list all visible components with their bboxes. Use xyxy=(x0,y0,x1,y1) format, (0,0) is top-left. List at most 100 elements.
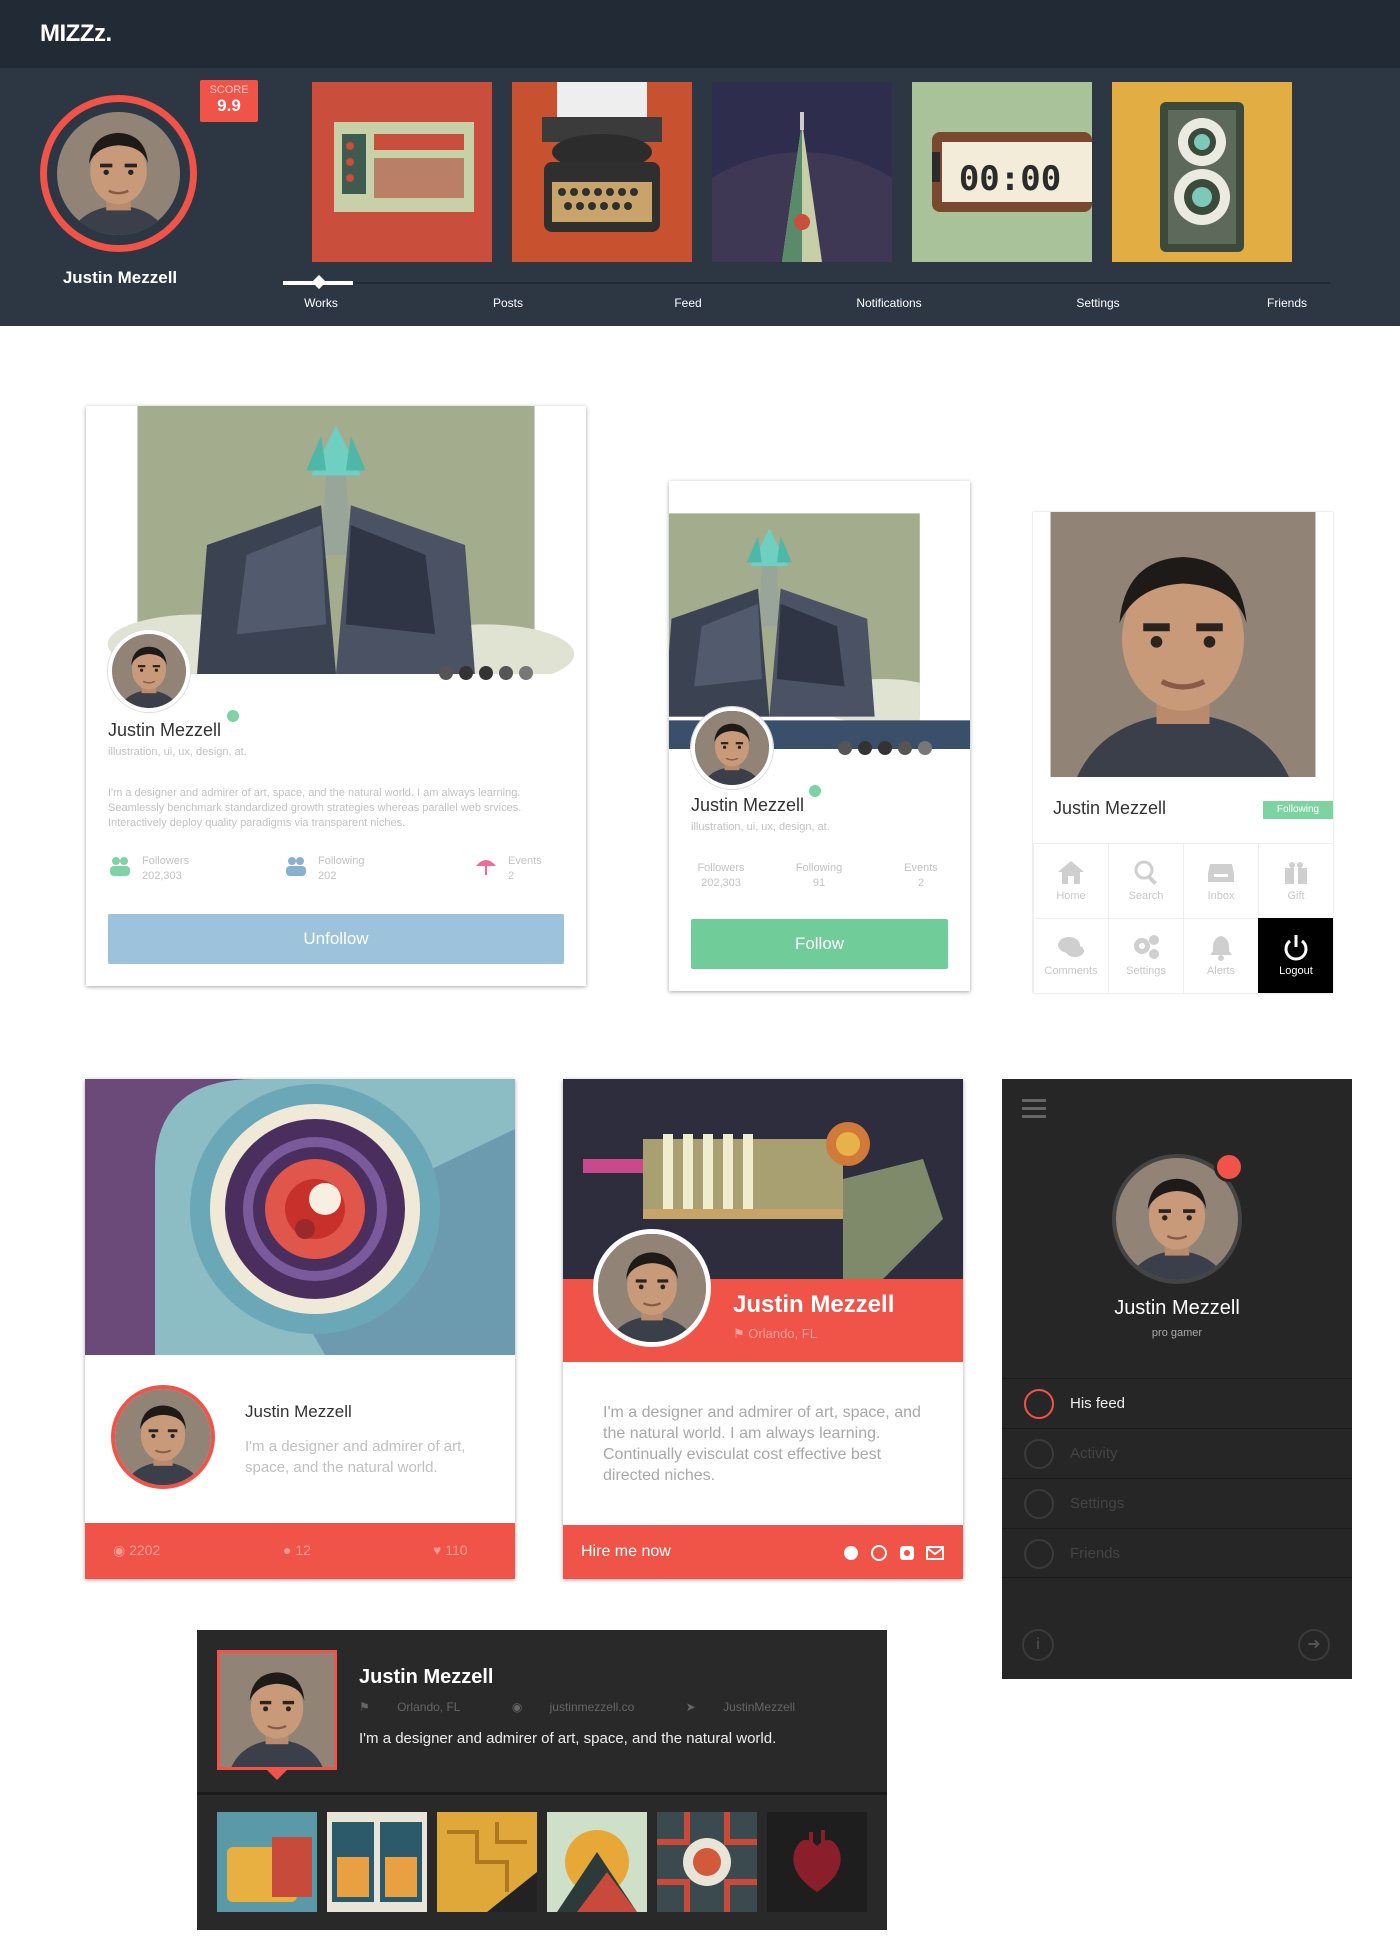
dribbble-icon xyxy=(871,1545,887,1561)
following-stat: Following 202 xyxy=(284,854,364,884)
avatar[interactable] xyxy=(111,1385,215,1489)
hire-me-button[interactable]: Hire me now xyxy=(581,1543,671,1561)
profile-name: Justin Mezzell xyxy=(359,1666,494,1688)
menu-settings[interactable]: Settings xyxy=(1108,918,1183,993)
events-stat: Events 2 xyxy=(891,861,951,891)
stat-value: 91 xyxy=(812,877,826,889)
menu-settings[interactable]: Settings xyxy=(1002,1478,1352,1528)
app-logo[interactable]: MIZZz. xyxy=(40,20,112,48)
tab-works[interactable]: Works xyxy=(271,296,371,310)
avatar[interactable] xyxy=(593,1229,711,1347)
avatar[interactable] xyxy=(691,707,773,789)
comments-icon xyxy=(1058,937,1084,957)
menu-gift[interactable]: Gift xyxy=(1258,843,1333,918)
work-thumbnail-radio[interactable] xyxy=(312,82,492,262)
stat-value: 2 xyxy=(508,870,515,882)
dribbble-icon xyxy=(439,666,453,680)
tab-posts[interactable]: Posts xyxy=(458,296,558,310)
portfolio-thumbnail-target[interactable] xyxy=(657,1812,757,1912)
mail-icon xyxy=(926,1546,944,1560)
menu-grid: Home Search Inbox Gift Comments Settings… xyxy=(1033,843,1333,993)
appnet-icon xyxy=(898,741,912,755)
likes-stat[interactable]: ♥ 110 xyxy=(433,1542,468,1558)
gear-icon xyxy=(1024,1489,1054,1519)
dribbble-icon xyxy=(838,741,852,755)
events-stat: Events 2 xyxy=(474,854,542,884)
views-stat[interactable]: ◉ 2202 xyxy=(113,1542,160,1559)
followers-stat: Followers 202,303 xyxy=(108,854,189,884)
avatar[interactable] xyxy=(217,1650,337,1770)
menu-friends[interactable]: Friends xyxy=(1002,1528,1352,1578)
stat-label: Events xyxy=(508,855,542,867)
home-icon xyxy=(1058,861,1084,884)
portfolio-thumbnail-suitcase[interactable] xyxy=(217,1812,317,1912)
following-badge[interactable]: Following xyxy=(1263,801,1333,819)
work-thumbnail-camera[interactable] xyxy=(1112,82,1292,262)
follow-button[interactable]: Follow xyxy=(691,919,948,969)
gift-icon xyxy=(1285,862,1307,884)
menu-inbox[interactable]: Inbox xyxy=(1183,843,1258,918)
work-thumbnail-rocket[interactable] xyxy=(712,82,892,262)
portfolio-thumbnail-windows[interactable] xyxy=(327,1812,427,1912)
tab-feed[interactable]: Feed xyxy=(638,296,738,310)
menu-alerts[interactable]: Alerts xyxy=(1183,918,1258,993)
pin-icon: ⚑ xyxy=(359,1700,374,1714)
contact-icons xyxy=(843,1544,947,1562)
info-icon[interactable]: i xyxy=(1022,1629,1054,1661)
inbox-icon xyxy=(1208,864,1234,882)
lightning-badge-icon[interactable] xyxy=(1214,1152,1244,1182)
signout-icon[interactable]: ➜ xyxy=(1298,1629,1330,1661)
twitter-link[interactable]: ➤ JustinMezzell xyxy=(686,1700,819,1714)
avatar[interactable] xyxy=(57,112,180,235)
menu-label: Settings xyxy=(1070,1495,1125,1512)
profile-name: Justin Mezzell xyxy=(691,795,805,815)
menu-label: Settings xyxy=(1126,965,1166,977)
hamburger-icon[interactable] xyxy=(1022,1099,1046,1119)
comments-count: 12 xyxy=(295,1542,311,1558)
work-thumbnail-typewriter[interactable] xyxy=(512,82,692,262)
profile-card-hire: Justin Mezzell ⚑ Orlando, FL I'm a desig… xyxy=(563,1079,963,1579)
score-badge: SCORE 9.9 xyxy=(200,80,258,122)
logout-button[interactable]: Logout xyxy=(1258,918,1333,993)
bell-icon xyxy=(1024,1389,1054,1419)
profile-card-portfolio: Justin Mezzell ⚑ Orlando, FL ◉ justinmez… xyxy=(197,1630,887,1930)
portfolio-thumbnail-mountain[interactable] xyxy=(547,1812,647,1912)
location-text: Orlando, FL xyxy=(748,1326,817,1341)
menu-activity[interactable]: Activity xyxy=(1002,1428,1352,1478)
portfolio-thumbnail-circuit[interactable] xyxy=(437,1812,537,1912)
divider xyxy=(197,1792,887,1795)
top-bar xyxy=(0,0,1400,68)
power-icon xyxy=(1284,935,1308,961)
menu-search[interactable]: Search xyxy=(1108,843,1183,918)
website-link[interactable]: ◉ justinmezzell.co xyxy=(512,1700,659,1714)
views-count: 2202 xyxy=(129,1542,161,1558)
location-text: Orlando, FL xyxy=(397,1700,461,1714)
profile-tags: illustration, ui, ux, design, at. xyxy=(691,821,830,833)
portfolio-thumbnail-heart[interactable] xyxy=(767,1812,867,1912)
profile-name: Justin Mezzell xyxy=(1114,1297,1240,1319)
tab-notifications[interactable]: Notifications xyxy=(839,296,939,310)
tab-friends[interactable]: Friends xyxy=(1237,296,1337,310)
profile-card-lens: Justin Mezzell I'm a designer and admire… xyxy=(85,1079,515,1579)
comments-stat[interactable]: ● 12 xyxy=(283,1542,311,1558)
tab-settings[interactable]: Settings xyxy=(1048,296,1148,310)
work-thumbnail-clock[interactable]: 00:00 xyxy=(912,82,1092,262)
followers-icon xyxy=(110,857,130,876)
menu-label: Search xyxy=(1128,890,1164,902)
appnet-icon xyxy=(499,666,513,680)
menu-home[interactable]: Home xyxy=(1033,843,1108,918)
menu-label: Activity xyxy=(1070,1445,1118,1462)
menu-his-feed[interactable]: His feed xyxy=(1002,1378,1352,1428)
profile-bio: I'm a designer and admirer of art, space… xyxy=(603,1404,921,1484)
following-stat: Following 91 xyxy=(789,861,849,891)
menu-label: Friends xyxy=(1070,1545,1121,1562)
unfollow-button[interactable]: Unfollow xyxy=(108,914,564,964)
globe-icon xyxy=(844,1546,858,1560)
likes-count: 110 xyxy=(445,1542,468,1558)
avatar[interactable] xyxy=(108,630,190,712)
target-icon xyxy=(519,666,533,680)
menu-label: Logout xyxy=(1279,965,1313,977)
profile-bio: I'm a designer and admirer of art, space… xyxy=(245,1438,466,1476)
menu-comments[interactable]: Comments xyxy=(1033,918,1108,993)
umbrella-icon xyxy=(476,860,496,875)
